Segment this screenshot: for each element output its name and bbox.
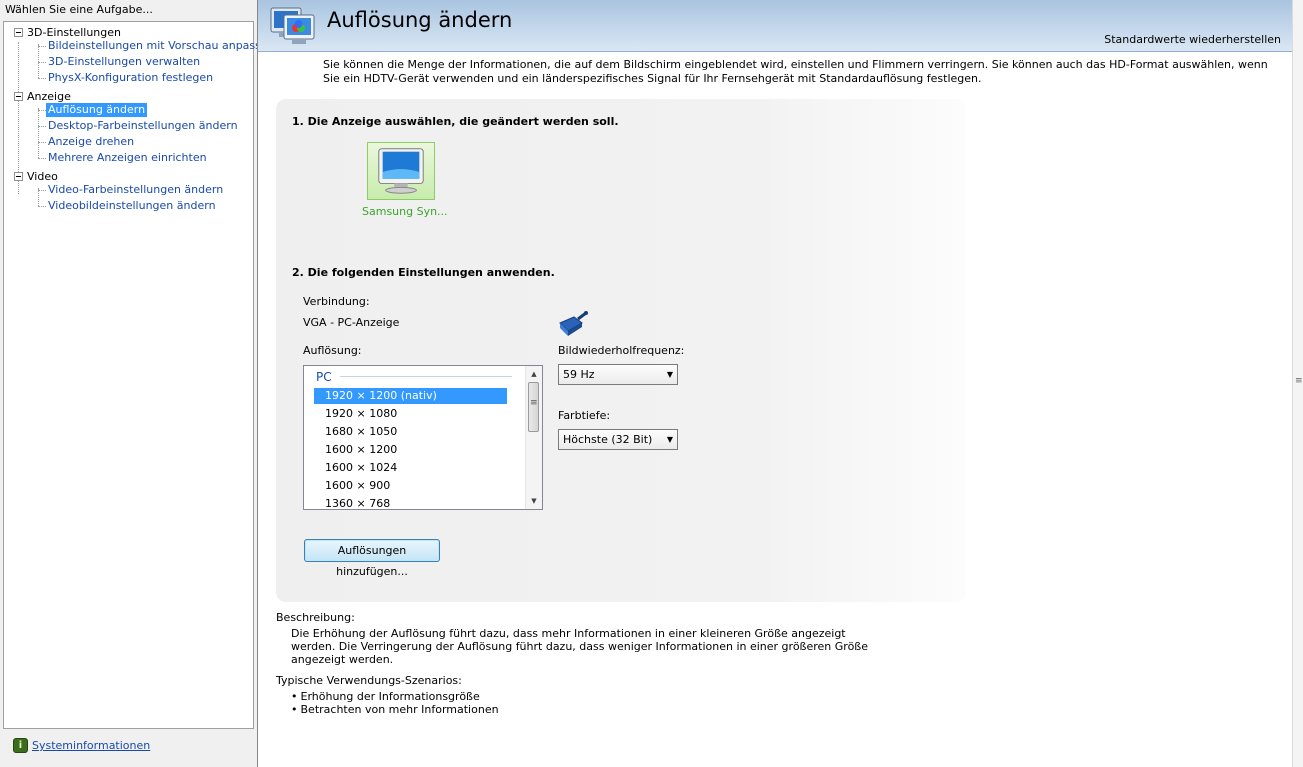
resolution-option[interactable]: 1600 × 1024	[314, 460, 507, 476]
color-depth-select[interactable]: Höchste (32 Bit) ▼	[558, 429, 678, 450]
tree-line	[38, 46, 46, 47]
step2-title: 2. Die folgenden Einstellungen anwenden.	[292, 266, 555, 279]
tree-line	[38, 44, 39, 78]
scenarios-title: Typische Verwendungs-Szenarios:	[276, 674, 462, 687]
task-tree[interactable]: 3D-Einstellungen Bildeinstellungen mit V…	[3, 21, 275, 729]
scroll-thumb[interactable]	[528, 382, 539, 432]
sidebar-item-change-resolution[interactable]: Auflösung ändern	[46, 103, 148, 117]
resolution-option[interactable]: 1600 × 1200	[314, 442, 507, 458]
refresh-rate-select[interactable]: 59 Hz ▼	[558, 364, 678, 385]
tree-category-display[interactable]: Anzeige	[14, 89, 71, 103]
settings-panel: 1. Die Anzeige auswählen, die geändert w…	[276, 99, 966, 602]
tree-line	[38, 78, 46, 79]
description-text: Die Erhöhung der Auflösung führt dazu, d…	[291, 627, 868, 666]
content-scrollbar[interactable]: ≡	[1292, 0, 1303, 767]
intro-text: Sie können die Menge der Informationen, …	[323, 58, 1268, 85]
description-title: Beschreibung:	[276, 611, 355, 624]
task-header: Wählen Sie eine Aufgabe...	[5, 3, 153, 16]
display-settings-icon	[270, 7, 315, 44]
resolution-option[interactable]: 1920 × 1200 (nativ)	[314, 388, 507, 404]
display-tile[interactable]	[367, 142, 435, 200]
sidebar-item-image-settings-preview[interactable]: Bildeinstellungen mit Vorschau anpassen	[46, 39, 277, 53]
tree-category-label: Anzeige	[27, 89, 71, 103]
tree-line	[38, 108, 39, 158]
refresh-rate-label: Bildwiederholfrequenz:	[558, 344, 685, 357]
system-info-link[interactable]: Systeminformationen	[32, 739, 150, 752]
sidebar-item-physx-config[interactable]: PhysX-Konfiguration festlegen	[46, 71, 215, 85]
sidebar-item-rotate-display[interactable]: Anzeige drehen	[46, 135, 136, 149]
resolution-option[interactable]: 1600 × 900	[314, 478, 507, 494]
restore-defaults-link[interactable]: Standardwerte wiederherstellen	[1104, 33, 1281, 46]
sidebar-item-manage-3d-settings[interactable]: 3D-Einstellungen verwalten	[46, 55, 202, 69]
scroll-down-icon[interactable]: ▼	[526, 494, 542, 508]
scenario-item: Erhöhung der Informationsgröße	[291, 690, 480, 703]
step1-title: 1. Die Anzeige auswählen, die geändert w…	[292, 115, 619, 128]
tree-collapse-icon[interactable]	[14, 91, 23, 101]
sidebar-item-video-image[interactable]: Videobildeinstellungen ändern	[46, 199, 218, 213]
tree-line	[38, 158, 46, 159]
tree-line	[38, 142, 46, 143]
color-depth-value: Höchste (32 Bit)	[563, 433, 653, 446]
scroll-grip-icon[interactable]: ≡	[1295, 376, 1303, 386]
connection-value: VGA - PC-Anzeige	[303, 316, 400, 329]
color-depth-label: Farbtiefe:	[558, 409, 611, 422]
tree-line	[38, 62, 46, 63]
tree-collapse-icon[interactable]	[14, 27, 23, 37]
tree-category-label: 3D-Einstellungen	[27, 25, 122, 39]
resolution-option[interactable]: 1680 × 1050	[314, 424, 507, 440]
tree-category-video[interactable]: Video	[14, 169, 58, 183]
resolution-scrollbar[interactable]: ▲ ▼	[525, 366, 542, 509]
sidebar-item-video-color[interactable]: Video-Farbeinstellungen ändern	[46, 183, 225, 197]
tree-line	[38, 190, 46, 191]
chevron-down-icon[interactable]: ▼	[667, 365, 673, 384]
resolution-option[interactable]: 1360 × 768	[314, 496, 507, 509]
sidebar-item-multiple-displays[interactable]: Mehrere Anzeigen einrichten	[46, 151, 209, 165]
content-pane: Auflösung ändern Standardwerte wiederher…	[257, 0, 1303, 767]
system-info-icon[interactable]: i	[13, 738, 28, 753]
display-name[interactable]: Samsung Syn...	[362, 205, 448, 218]
tree-line	[38, 110, 46, 111]
refresh-rate-value: 59 Hz	[563, 368, 595, 381]
page-title: Auflösung ändern	[327, 8, 513, 32]
group-divider	[340, 376, 512, 377]
task-sidebar: Wählen Sie eine Aufgabe... 3D-Einstellun…	[0, 0, 275, 767]
tree-category-3d-settings[interactable]: 3D-Einstellungen	[14, 25, 121, 39]
tree-line	[38, 206, 46, 207]
resolution-label: Auflösung:	[303, 344, 362, 357]
connection-label: Verbindung:	[303, 295, 370, 308]
system-info[interactable]: i Systeminformationen	[13, 738, 150, 753]
add-resolutions-button[interactable]: Auflösungen hinzufügen...	[304, 539, 440, 578]
scenario-item: Betrachten von mehr Informationen	[291, 703, 499, 716]
vga-connector-icon	[559, 311, 588, 336]
tree-line	[38, 126, 46, 127]
chevron-down-icon[interactable]: ▼	[667, 430, 673, 449]
sidebar-item-desktop-color[interactable]: Desktop-Farbeinstellungen ändern	[46, 119, 240, 133]
resolution-listbox[interactable]: PC 1920 × 1200 (nativ) 1920 × 1080 1680 …	[303, 365, 543, 510]
tree-collapse-icon[interactable]	[14, 171, 23, 181]
resolution-group-header: PC	[316, 370, 332, 384]
resolution-option[interactable]: 1920 × 1080	[314, 406, 507, 422]
monitor-icon	[378, 148, 424, 194]
scroll-up-icon[interactable]: ▲	[526, 367, 542, 381]
tree-category-label: Video	[27, 169, 58, 183]
page-header: Auflösung ändern Standardwerte wiederher…	[258, 0, 1293, 52]
